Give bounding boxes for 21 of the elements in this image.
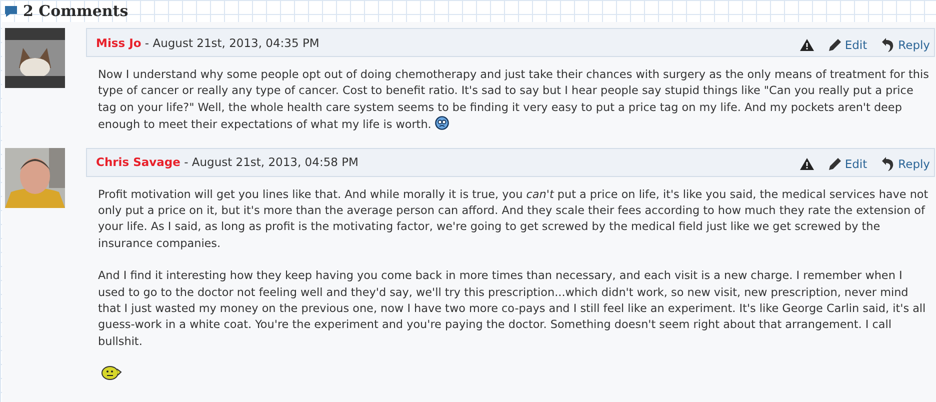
author-name[interactable]: Miss Jo — [96, 36, 142, 50]
comment-text: Profit motivation will get you lines like that. And while morally it is true, you can't put a price on life, it's like you said, the medical services have not only put a price on it, but it's more than the average person can afford. And they scale their fees according to how much they rate the extension of your life. As I said, as long as profit is the motivating factor, we're going to get screwed by the medical field just like we get screwed by the insurance companies. — [98, 186, 930, 252]
comment-date: - August 21st, 2013, 04:35 PM — [144, 36, 320, 50]
smiley-icon — [100, 366, 122, 380]
edit-link[interactable]: Edit — [828, 157, 868, 172]
speech-bubble-icon — [4, 4, 18, 18]
reply-arrow-icon — [881, 38, 896, 52]
edit-link[interactable]: Edit — [828, 38, 868, 52]
crying-face-icon — [435, 116, 450, 130]
comment-date: - August 21st, 2013, 04:58 PM — [183, 155, 358, 170]
reply-arrow-icon — [881, 157, 896, 172]
comments-heading: 2 Comments — [23, 2, 128, 20]
pencil-icon — [828, 157, 842, 172]
comment-text: Now I understand why some people opt out of doing chemotherapy and just take their chances with surgery as the only means of treatment for this type of cancer or really any type of cancer. Cost to benefit ratio. It's sad to say but I hear people say stupid things like "Can you really put a price tag on your life?" Well, the whole health care system seems to be finding it very easy to put a price tag on my life. And my pockets aren't deep enough to meet their expectations of what my life is worth. — [98, 67, 930, 134]
author-name[interactable]: Chris Savage — [96, 155, 180, 170]
reply-link[interactable]: Reply — [881, 157, 930, 172]
warning-icon[interactable] — [800, 158, 814, 170]
comment-text: And I find it interesting how they keep having you come back in more times than necessary, and each visit is a new charge. I remember when I used to go to the doctor not feeling well and they'd say, we'll try this prescription...which didn't work, so new visit, new prescription, never mind that I just wasted my money on the previous one, now I have two more co-pays and I still feel like an experiment. It's like George Carlin said, it's all guess-work in a white coat. You're the experiment and you're paying the doctor. Something doesn't seem right about that arrangement. I call bullshit. — [98, 268, 927, 350]
pencil-icon — [828, 38, 842, 52]
reply-link[interactable]: Reply — [881, 38, 930, 52]
warning-icon[interactable] — [800, 38, 814, 50]
